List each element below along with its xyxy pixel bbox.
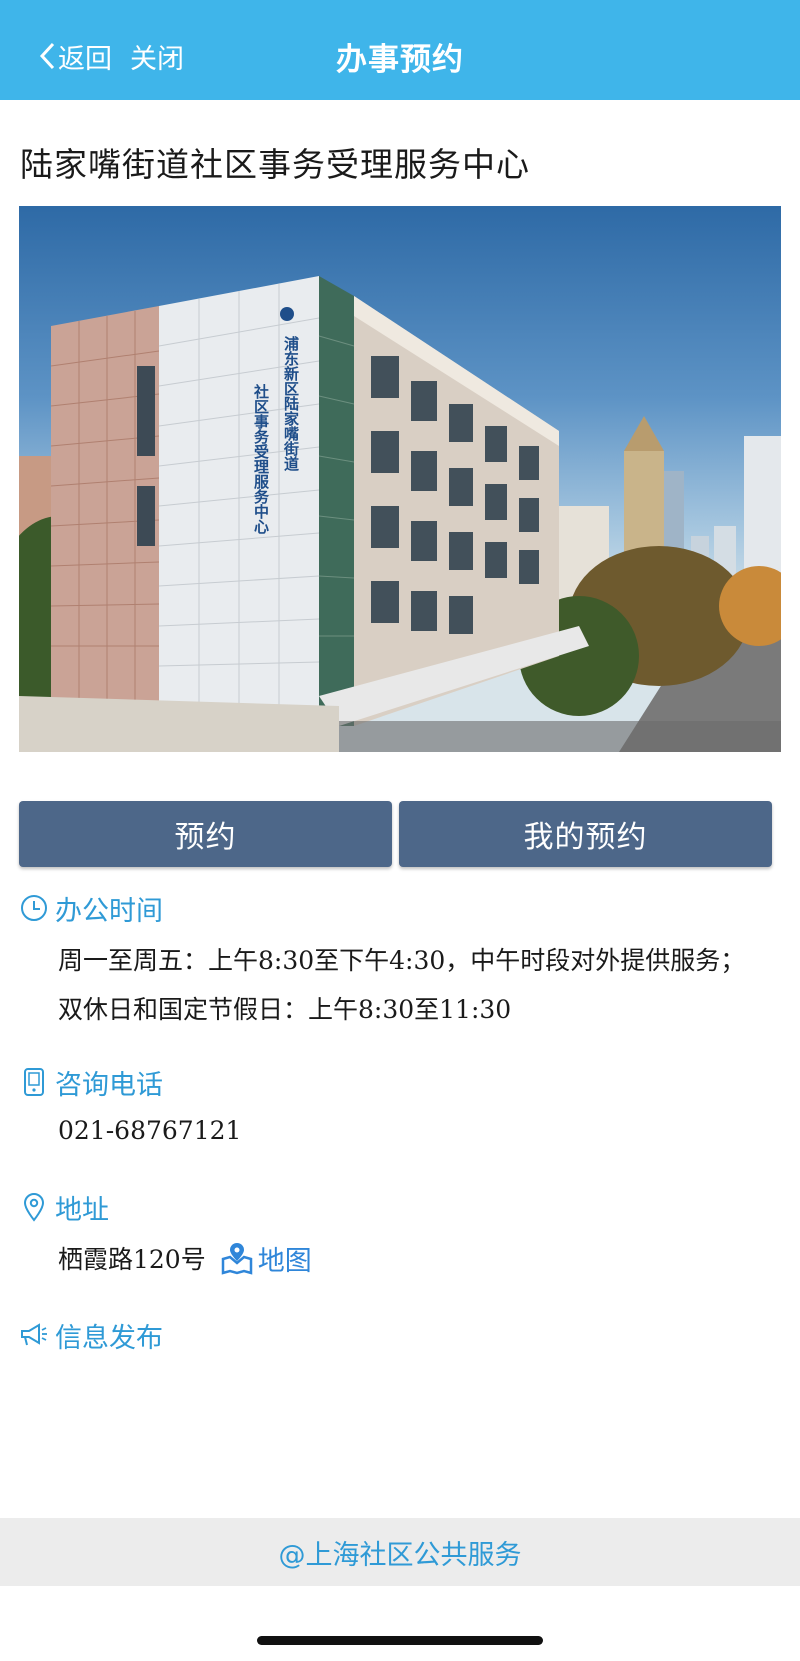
location-pin-icon [19, 1192, 49, 1222]
building-photo: 浦东新区陆家嘴街道 社区事务受理服务中心 [19, 206, 781, 752]
photo-sign-line-2: 社区事务受理服务中心 [252, 383, 270, 535]
home-indicator [257, 1636, 543, 1645]
office-hours-heading: 办公时间 [19, 891, 163, 927]
info-label: 信息发布 [55, 1322, 163, 1354]
address-street: 栖霞路120号 [58, 1245, 206, 1274]
map-link[interactable]: 地图 [220, 1239, 312, 1278]
address-row: 栖霞路120号 地图 [58, 1238, 312, 1278]
address-label: 地址 [55, 1194, 109, 1226]
my-bookings-button[interactable]: 我的预约 [399, 801, 772, 867]
hours-weekend: 双休日和国定节假日：上午8:30至11:30 [58, 995, 512, 1024]
top-nav-bar: 返回 关闭 办事预约 [0, 0, 800, 100]
address-heading: 地址 [19, 1190, 109, 1226]
footer-credit: @上海社区公共服务 [0, 1518, 800, 1586]
map-icon [221, 1243, 252, 1275]
photo-sign-line-1: 浦东新区陆家嘴街道 [282, 335, 300, 471]
megaphone-icon [19, 1320, 49, 1350]
phone-icon [19, 1067, 49, 1097]
map-label: 地图 [257, 1245, 312, 1277]
service-center-name: 陆家嘴街道社区事务受理服务中心 [20, 145, 530, 184]
office-hours-label: 办公时间 [55, 895, 163, 927]
page-title: 办事预约 [336, 41, 464, 78]
hours-weekday: 周一至周五：上午8:30至下午4:30，中午时段对外提供服务； [58, 946, 746, 975]
clock-icon [19, 893, 49, 923]
book-button[interactable]: 预约 [19, 801, 392, 867]
phone-heading: 咨询电话 [19, 1065, 163, 1101]
phone-label: 咨询电话 [55, 1069, 163, 1101]
phone-number[interactable]: 021-68767121 [58, 1116, 241, 1145]
info-heading[interactable]: 信息发布 [19, 1318, 163, 1354]
